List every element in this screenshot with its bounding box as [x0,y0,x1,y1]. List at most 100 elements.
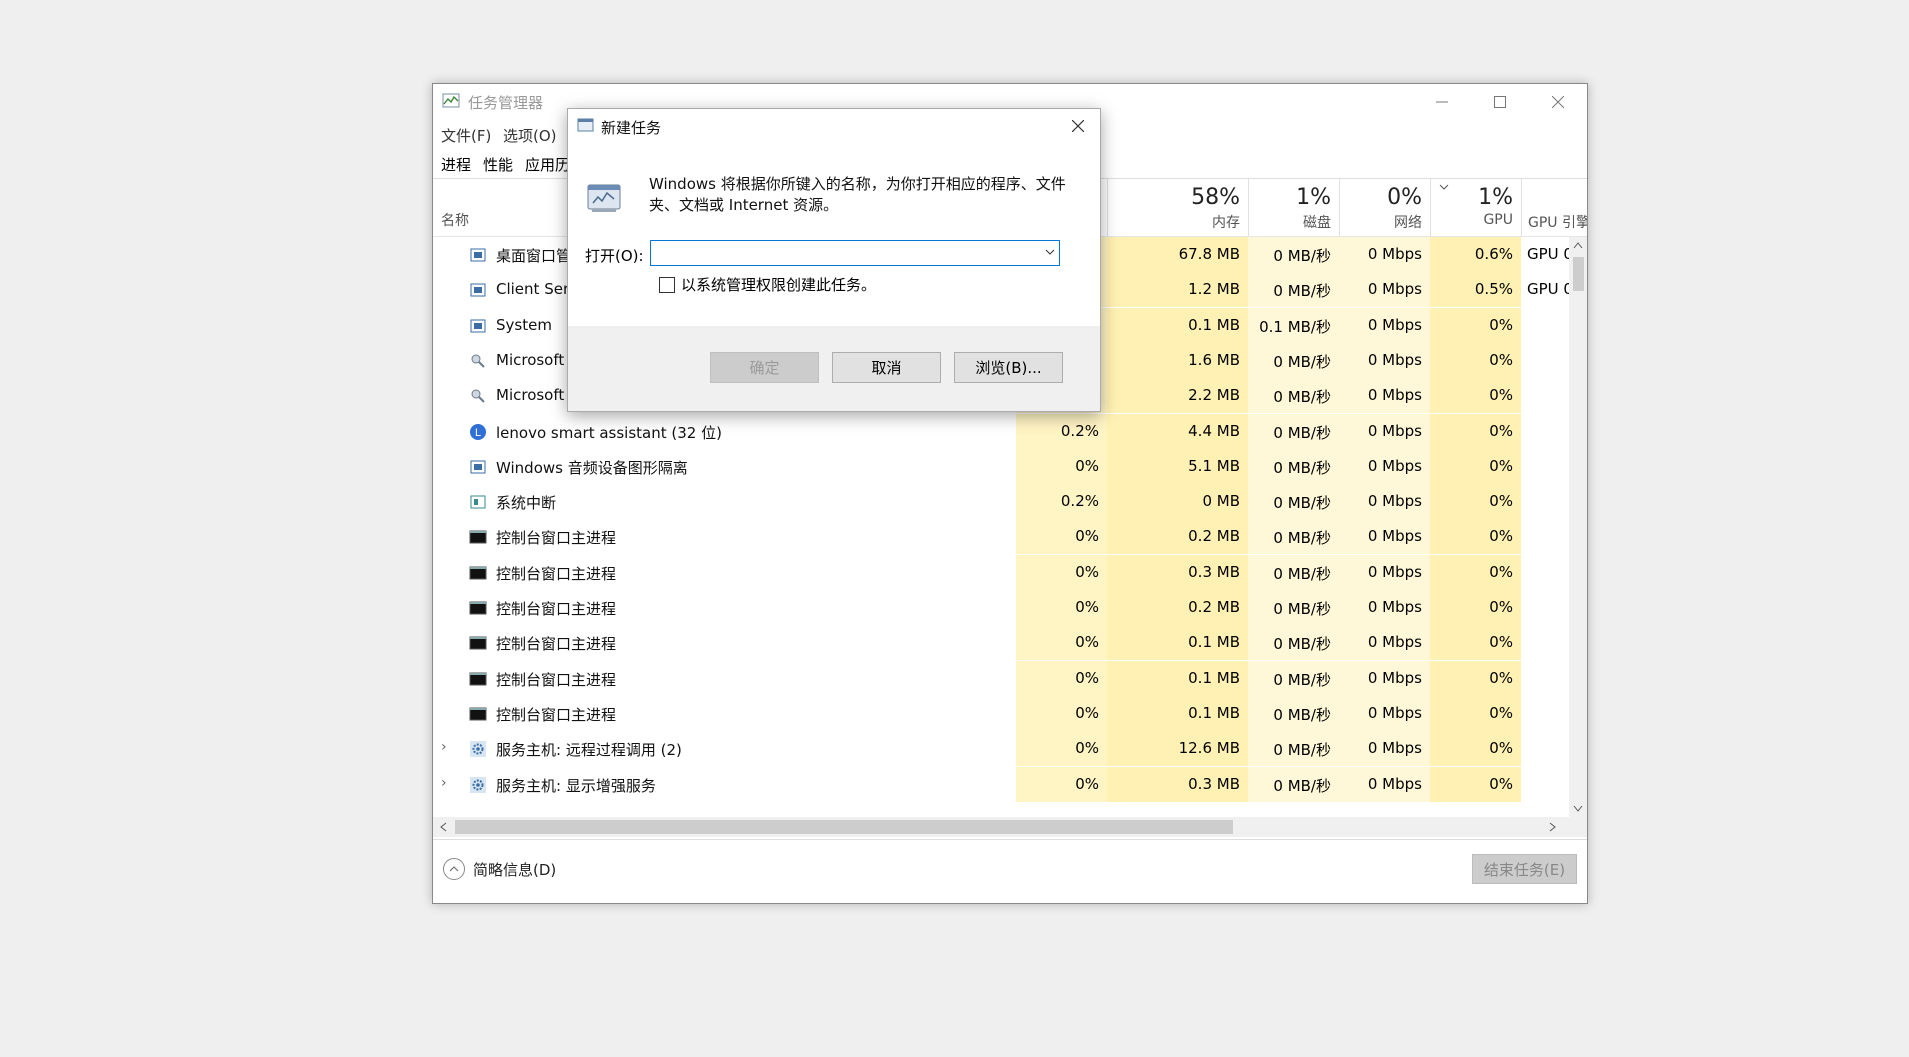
process-row[interactable]: 控制台窗口主进程 0% 0.3 MB 0 MB/秒 0 Mbps 0% [433,554,1587,590]
cell-net: 0 Mbps [1339,378,1430,414]
cell-mem: 0.1 MB [1107,695,1248,731]
cell-gpu-engine [1521,343,1569,378]
cell-disk: 0 MB/秒 [1248,590,1339,625]
process-row[interactable]: Llenovo smart assistant (32 位) 0.2% 4.4 MB… [433,413,1587,449]
gear-icon [469,740,487,758]
cell-mem: 1.2 MB [1107,272,1248,308]
window-icon [469,458,487,476]
fewer-details-button[interactable]: 简略信息(D) [443,858,556,880]
cell-net: 0 Mbps [1339,307,1430,343]
cell-net: 0 Mbps [1339,766,1430,802]
close-button[interactable] [1529,84,1587,120]
open-input[interactable] [655,243,1039,265]
cell-mem: 0.1 MB [1107,660,1248,696]
scroll-down-icon[interactable] [1573,805,1583,813]
tab-app-history[interactable]: 应用历 [523,154,572,175]
cell-disk: 0 MB/秒 [1248,342,1339,378]
tab-performance[interactable]: 性能 [481,154,515,175]
vertical-scrollbar[interactable] [1569,237,1587,817]
cell-gpu-engine [1521,731,1569,766]
dialog-title: 新建任务 [601,119,662,137]
cell-gpu: 0% [1430,731,1521,767]
scroll-right-icon[interactable] [1549,822,1557,832]
checkbox-box[interactable] [659,276,675,293]
cell-disk: 0 MB/秒 [1248,660,1339,696]
process-row[interactable]: 控制台窗口主进程 0% 0.1 MB 0 MB/秒 0 Mbps 0% [433,695,1587,731]
column-disk[interactable]: 1% 磁盘 [1248,178,1339,236]
expand-chevron-icon[interactable]: › [441,775,453,791]
process-row[interactable]: Windows 音频设备图形隔离 0% 5.1 MB 0 MB/秒 0 Mbps 0% [433,448,1587,484]
menu-options[interactable]: 选项(O) [503,125,557,146]
new-task-dialog: 新建任务 Windows 将根据你所键入的名称，为你打开相应的程序、文件夹、文档… [567,108,1101,412]
dialog-message: Windows 将根据你所键入的名称，为你打开相应的程序、文件夹、文档或 Int… [649,175,1066,214]
chevron-down-icon[interactable] [1045,244,1055,260]
process-name: 控制台窗口主进程 [496,670,617,689]
svg-text:L: L [475,427,481,439]
end-task-button[interactable]: 结束任务(E) [1472,854,1577,884]
cell-disk: 0 MB/秒 [1248,519,1339,555]
cell-gpu-engine [1521,414,1569,449]
cell-mem: 0.2 MB [1107,590,1248,625]
process-name: 控制台窗口主进程 [496,564,617,583]
cell-disk: 0.1 MB/秒 [1248,307,1339,343]
run-icon [577,118,594,132]
cell-gpu-engine [1521,378,1569,413]
cell-gpu: 0% [1430,484,1521,520]
minimize-button[interactable] [1413,84,1471,120]
column-memory[interactable]: 58% 内存 [1107,178,1248,236]
cell-net: 0 Mbps [1339,342,1430,378]
ok-button[interactable]: 确定 [710,352,819,383]
cell-cpu: 0% [1016,625,1107,661]
cell-disk: 0 MB/秒 [1248,695,1339,731]
horizontal-scroll-thumb[interactable] [455,820,1233,834]
run-program-icon [587,184,621,212]
cell-mem: 4.4 MB [1107,413,1248,449]
process-row[interactable]: › 服务主机: 显示增强服务 0% 0.3 MB 0 MB/秒 0 Mbps 0% [433,766,1587,802]
process-row[interactable]: 控制台窗口主进程 0% 0.2 MB 0 MB/秒 0 Mbps 0% [433,590,1587,625]
cell-gpu-engine [1521,661,1569,696]
dialog-close-button[interactable] [1056,109,1100,143]
cell-disk: 0 MB/秒 [1248,625,1339,661]
cell-disk: 0 MB/秒 [1248,448,1339,484]
horizontal-scrollbar[interactable] [433,817,1587,837]
dialog-titlebar[interactable]: 新建任务 [568,109,1100,143]
menu-file[interactable]: 文件(F) [441,125,491,146]
expand-chevron-icon[interactable]: › [441,739,453,755]
process-name: 服务主机: 远程过程调用 (2) [496,741,682,760]
minimize-icon [1436,101,1448,103]
cell-gpu: 0% [1430,660,1521,696]
tab-processes[interactable]: 进程 [439,154,473,175]
vertical-scroll-thumb[interactable] [1573,257,1584,291]
cancel-button[interactable]: 取消 [832,352,941,383]
scroll-left-icon[interactable] [439,822,447,832]
column-gpu[interactable]: 1% GPU [1430,178,1521,236]
process-row[interactable]: 控制台窗口主进程 0% 0.1 MB 0 MB/秒 0 Mbps 0% [433,625,1587,661]
process-row[interactable]: 系统中断 0.2% 0 MB 0 MB/秒 0 Mbps 0% [433,484,1587,520]
cell-disk: 0 MB/秒 [1248,731,1339,767]
cell-net: 0 Mbps [1339,519,1430,555]
cell-mem: 67.8 MB [1107,237,1248,272]
process-row[interactable]: 控制台窗口主进程 0% 0.1 MB 0 MB/秒 0 Mbps 0% [433,660,1587,696]
cell-gpu: 0% [1430,413,1521,449]
cell-gpu-engine [1521,308,1569,343]
maximize-icon [1494,96,1506,108]
admin-privileges-checkbox[interactable]: 以系统管理权限创建此任务。 [659,274,876,295]
column-gpu-engine[interactable]: GPU 引擎 [1521,178,1587,236]
console-icon [469,634,487,652]
maximize-button[interactable] [1471,84,1529,120]
network-percent: 0% [1387,185,1422,210]
column-name[interactable]: 名称 [441,210,469,230]
window-icon [469,281,487,299]
cell-mem: 0 MB [1107,484,1248,520]
cell-gpu-engine: GPU 0 [1527,245,1569,263]
cell-disk: 0 MB/秒 [1248,378,1339,414]
open-combobox[interactable] [650,240,1060,266]
console-icon [469,670,487,688]
process-row[interactable]: › 服务主机: 远程过程调用 (2) 0% 12.6 MB 0 MB/秒 0 Mbps 0% [433,731,1587,767]
browse-button[interactable]: 浏览(B)... [954,352,1063,383]
cell-mem: 0.1 MB [1107,307,1248,343]
scroll-up-icon[interactable] [1573,241,1583,249]
cell-cpu: 0% [1016,695,1107,731]
column-network[interactable]: 0% 网络 [1339,178,1430,236]
process-row[interactable]: 控制台窗口主进程 0% 0.2 MB 0 MB/秒 0 Mbps 0% [433,519,1587,555]
